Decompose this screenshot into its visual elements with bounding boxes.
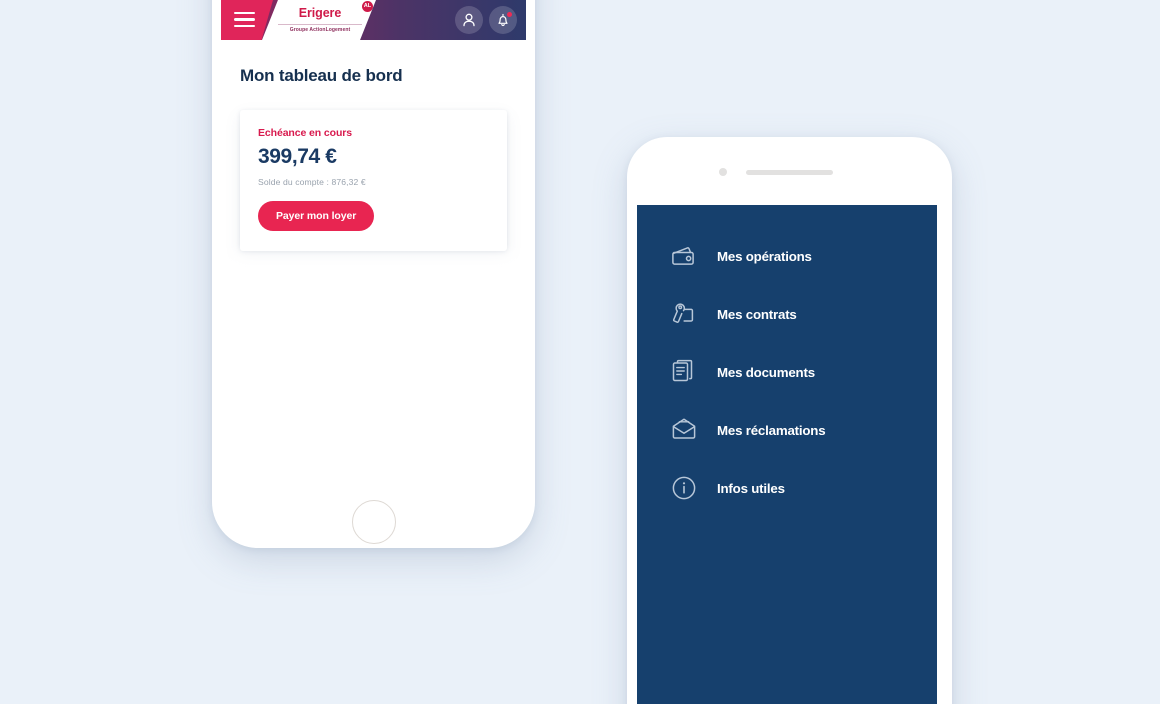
logo-subtitle: Groupe ActionLogement — [278, 24, 362, 33]
menu-item-claims[interactable]: Mes réclamations — [637, 401, 937, 459]
echeance-label: Echéance en cours — [258, 127, 353, 139]
info-circle-icon — [669, 473, 699, 503]
hamburger-icon[interactable] — [234, 12, 255, 28]
wallet-icon — [669, 241, 699, 271]
key-tag-icon — [669, 299, 699, 329]
dashboard-body: Mon tableau de bord Echéance en cours 39… — [221, 40, 526, 286]
logo-name: Erigere — [298, 6, 342, 20]
phone-device-right: Mes opérations Mes contrats Mes document… — [627, 137, 952, 704]
navigation-drawer: Mes opérations Mes contrats Mes document… — [637, 205, 937, 704]
menu-list: Mes opérations Mes contrats Mes document… — [637, 205, 937, 517]
menu-item-label: Mes réclamations — [717, 422, 826, 438]
menu-item-infos[interactable]: Infos utiles — [637, 459, 937, 517]
user-icon — [463, 13, 475, 27]
account-balance: Solde du compte : 876,32 € — [258, 177, 366, 187]
menu-item-operations[interactable]: Mes opérations — [637, 227, 937, 285]
account-button[interactable] — [455, 6, 483, 34]
phone-screen-dashboard: Erigere AL Groupe ActionLogement Mon tab… — [221, 0, 526, 286]
echeance-card: Echéance en cours 399,74 € Solde du comp… — [240, 110, 507, 251]
menu-item-documents[interactable]: Mes documents — [637, 343, 937, 401]
envelope-icon — [669, 415, 699, 445]
notification-badge — [507, 12, 512, 17]
brand-logo: Erigere AL Groupe ActionLogement — [262, 0, 376, 40]
header-actions — [455, 6, 517, 34]
phone-device-left: Erigere AL Groupe ActionLogement Mon tab… — [212, 0, 535, 548]
pay-rent-button[interactable]: Payer mon loyer — [258, 201, 375, 231]
menu-item-label: Mes contrats — [717, 306, 797, 322]
menu-item-contracts[interactable]: Mes contrats — [637, 285, 937, 343]
menu-item-label: Infos utiles — [717, 480, 785, 496]
menu-item-label: Mes opérations — [717, 248, 812, 264]
home-button[interactable] — [351, 500, 396, 544]
front-camera-icon — [719, 168, 727, 176]
menu-item-label: Mes documents — [717, 364, 815, 380]
documents-icon — [669, 357, 699, 387]
page-title: Mon tableau de bord — [240, 66, 403, 85]
echeance-amount: 399,74 € — [258, 145, 337, 168]
notifications-button[interactable] — [489, 6, 517, 34]
logo-badge: AL — [362, 1, 373, 12]
earpiece-speaker — [746, 170, 833, 175]
app-header: Erigere AL Groupe ActionLogement — [221, 0, 526, 40]
